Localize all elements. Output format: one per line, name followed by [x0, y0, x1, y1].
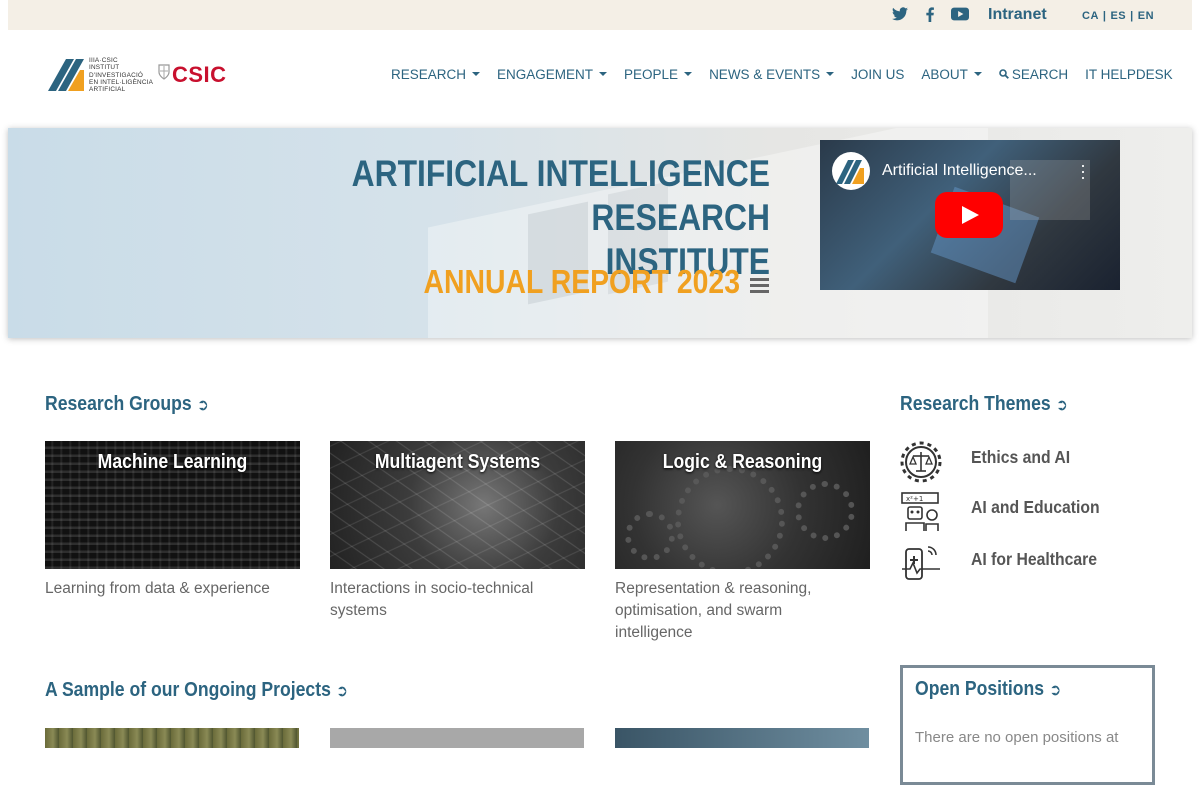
youtube-video-embed[interactable]: Artificial Intelligence... · · ·: [820, 140, 1120, 290]
nav-research[interactable]: RESEARCH: [391, 67, 481, 82]
ethics-gear-scale-icon: [900, 441, 942, 483]
csic-emblem-icon: [158, 64, 170, 80]
chevron-down-icon: [472, 72, 481, 76]
group-desc-machine-learning: Learning from data & experience: [45, 580, 270, 597]
chevron-down-icon: [684, 72, 693, 76]
youtube-icon[interactable]: [951, 7, 969, 21]
lang-en[interactable]: EN: [1138, 10, 1154, 22]
healthcare-phone-icon: [902, 546, 940, 580]
nav-about[interactable]: ABOUT: [921, 67, 982, 82]
gear-icon: [625, 511, 675, 561]
search-icon: [999, 69, 1009, 79]
main-nav: RESEARCH ENGAGEMENT PEOPLE NEWS & EVENTS…: [391, 67, 1190, 82]
facebook-icon[interactable]: [925, 7, 935, 22]
group-card-multiagent-systems[interactable]: Multiagent Systems: [330, 441, 585, 569]
group-title: Multiagent Systems: [374, 451, 541, 473]
nav-news-events[interactable]: NEWS & EVENTS: [709, 67, 835, 82]
lang-ca[interactable]: CA: [1082, 10, 1099, 22]
arrow-icon: ➲: [1055, 397, 1068, 414]
nav-search[interactable]: SEARCH: [999, 67, 1068, 82]
theme-label: AI for Healthcare: [971, 549, 1098, 569]
lang-es[interactable]: ES: [1110, 10, 1126, 22]
video-title[interactable]: Artificial Intelligence...: [882, 162, 1037, 180]
nav-people[interactable]: PEOPLE: [624, 67, 693, 82]
nav-it-helpdesk[interactable]: IT HELPDESK: [1085, 67, 1173, 82]
projects-heading[interactable]: A Sample of our Ongoing Projects ➲: [45, 679, 348, 702]
intranet-link[interactable]: Intranet: [988, 6, 1047, 24]
annual-report-link[interactable]: ANNUAL REPORT 2023: [424, 263, 740, 301]
project-card[interactable]: [615, 728, 869, 748]
csic-logo[interactable]: CSIC: [172, 62, 227, 88]
open-positions-heading[interactable]: Open Positions ➲: [915, 678, 1061, 701]
svg-text:x²+1: x²+1: [906, 495, 923, 503]
group-desc-logic-reasoning: Representation & reasoning, optimisation…: [615, 580, 812, 641]
arrow-icon: ➲: [336, 683, 348, 700]
chevron-down-icon: [826, 72, 835, 76]
theme-label: Ethics and AI: [971, 447, 1071, 467]
education-robot-icon: x²+1: [901, 492, 939, 531]
more-options-icon[interactable]: · · ·: [1080, 156, 1086, 186]
chevron-down-icon: [973, 72, 982, 76]
arrow-icon: ➲: [197, 397, 209, 414]
research-groups-heading[interactable]: Research Groups ➲: [45, 393, 209, 416]
channel-logo-icon[interactable]: [832, 152, 870, 190]
top-bar: Intranet CA | ES | EN: [8, 0, 1192, 30]
nav-join-us[interactable]: JOIN US: [851, 67, 904, 82]
group-card-logic-reasoning[interactable]: Logic & Reasoning: [615, 441, 870, 569]
open-positions-box: Open Positions ➲ There are no open positi…: [900, 665, 1155, 785]
hero-banner: ARTIFICIAL INTELLIGENCE RESEARCH INSTITU…: [8, 128, 1192, 338]
group-desc-multiagent-systems: Interactions in socio-technical systems: [330, 580, 534, 619]
arrow-icon: ➲: [1049, 682, 1062, 699]
theme-label: AI and Education: [971, 497, 1100, 517]
project-card[interactable]: [45, 728, 299, 748]
research-themes-heading[interactable]: Research Themes ➲: [900, 393, 1068, 416]
chevron-down-icon: [599, 72, 608, 76]
group-title: Machine Learning: [97, 451, 248, 473]
iiia-logo-text: IIIA·CSIC INSTITUT D'INVESTIGACIÓ EN INT…: [89, 57, 154, 94]
open-positions-text: There are no open positions at: [915, 729, 1119, 746]
group-card-machine-learning[interactable]: Machine Learning: [45, 441, 300, 569]
group-title: Logic & Reasoning: [662, 451, 823, 473]
gear-icon: [675, 466, 785, 569]
nav-engagement[interactable]: ENGAGEMENT: [497, 67, 608, 82]
twitter-icon[interactable]: [892, 7, 908, 21]
gear-icon: [795, 481, 855, 541]
project-card[interactable]: [330, 728, 584, 748]
language-switcher: CA | ES | EN: [1082, 10, 1155, 22]
play-button[interactable]: [935, 192, 1003, 238]
menu-icon[interactable]: [750, 278, 769, 296]
